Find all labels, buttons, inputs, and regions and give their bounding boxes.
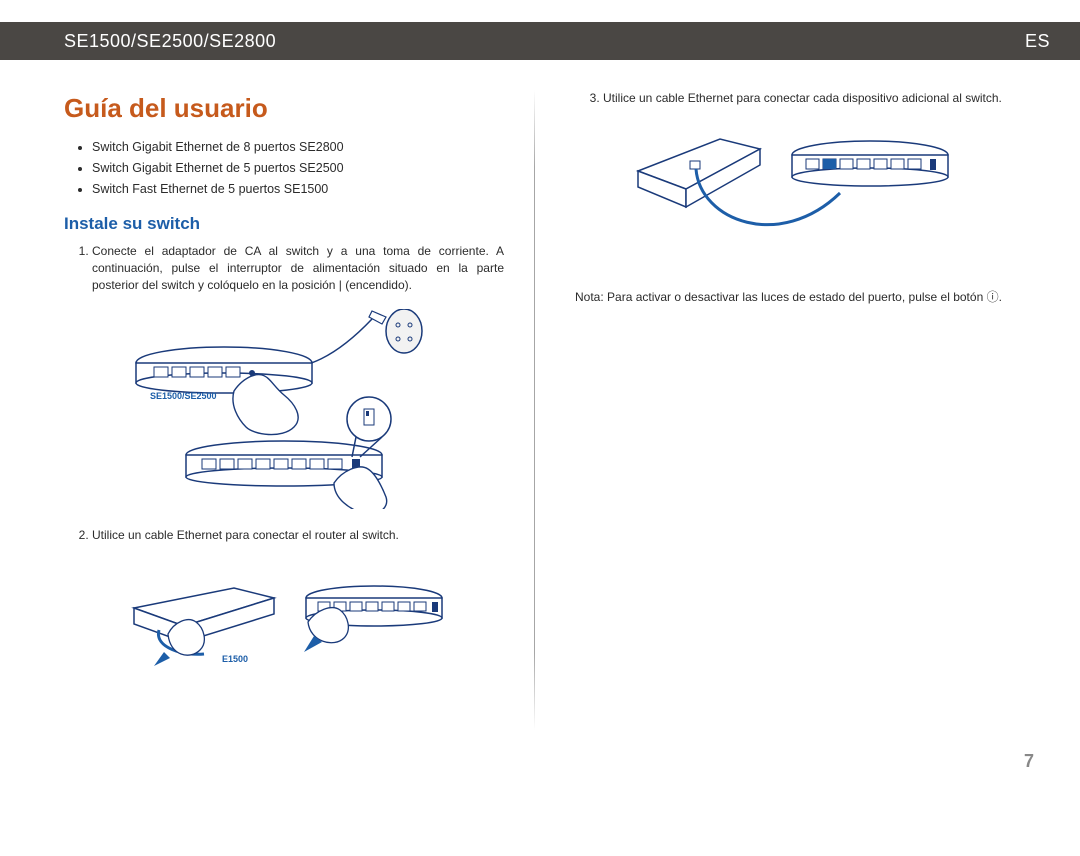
header-model: SE1500/SE2500/SE2800 [64, 31, 276, 52]
page-number: 7 [1024, 751, 1034, 772]
figure-device [575, 121, 1005, 271]
step-3: Utilice un cable Ethernet para conectar … [603, 90, 1005, 107]
figure-router: E1500 [64, 558, 504, 668]
figure-power: SE1500/SE2500 [64, 309, 504, 509]
install-steps-right: Utilice un cable Ethernet para conectar … [575, 90, 1005, 107]
list-item: Switch Fast Ethernet de 5 puertos SE1500 [92, 180, 504, 198]
right-column: Utilice un cable Ethernet para conectar … [535, 90, 1005, 780]
figure-caption: SE1500/SE2500 [150, 391, 217, 401]
content-area: Guía del usuario Switch Gigabit Ethernet… [0, 60, 1080, 780]
list-item: Switch Gigabit Ethernet de 5 puertos SE2… [92, 159, 504, 177]
section-heading: Instale su switch [64, 212, 504, 237]
list-item: Switch Gigabit Ethernet de 8 puertos SE2… [92, 138, 504, 156]
product-list: Switch Gigabit Ethernet de 8 puertos SE2… [64, 138, 504, 198]
note-text: Nota: Para activar o desactivar las luce… [575, 289, 1005, 306]
figure-caption: E1500 [222, 654, 248, 664]
install-steps: Conecte el adaptador de CA al switch y a… [64, 243, 504, 295]
step-1: Conecte el adaptador de CA al switch y a… [92, 243, 504, 295]
step-2: Utilice un cable Ethernet para conectar … [92, 527, 504, 544]
document-header: SE1500/SE2500/SE2800 ES [0, 22, 1080, 60]
install-steps-cont: Utilice un cable Ethernet para conectar … [64, 527, 504, 544]
header-lang: ES [1025, 31, 1050, 52]
left-column: Guía del usuario Switch Gigabit Ethernet… [64, 90, 534, 780]
page-title: Guía del usuario [64, 90, 504, 128]
